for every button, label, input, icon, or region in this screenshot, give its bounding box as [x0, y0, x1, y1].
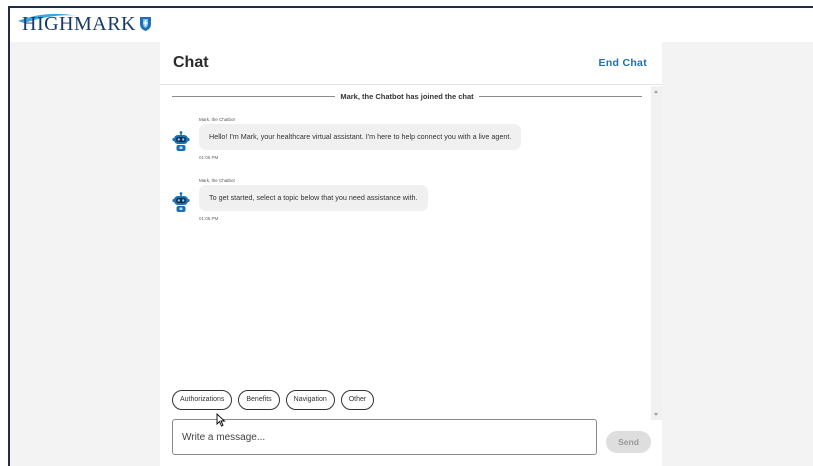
- message-sender: Mark, the Chatbot: [199, 178, 235, 183]
- joined-notice: Mark, the Chatbot has joined the chat: [172, 92, 643, 101]
- chat-title: Chat: [173, 54, 209, 71]
- message-input[interactable]: [173, 420, 596, 454]
- scroll-down-arrow-icon[interactable]: [654, 413, 658, 416]
- logo-bar: HIGHMARK: [8, 6, 813, 42]
- divider: [172, 96, 336, 97]
- send-button[interactable]: Send: [606, 431, 651, 453]
- message-bubble: Hello! I'm Mark, your healthcare virtual…: [199, 124, 522, 150]
- logo-text: HIGHMARK: [22, 12, 136, 35]
- mouse-cursor-icon: [216, 413, 226, 427]
- message-time: 01:05 PM: [199, 216, 219, 221]
- quick-replies: Authorizations Benefits Navigation Other: [172, 390, 375, 410]
- robot-icon: [172, 192, 190, 212]
- quick-reply-benefits[interactable]: Benefits: [238, 390, 280, 410]
- scroll-up-arrow-icon[interactable]: [654, 90, 658, 93]
- quick-reply-navigation[interactable]: Navigation: [285, 390, 335, 410]
- joined-notice-text: Mark, the Chatbot has joined the chat: [340, 92, 474, 101]
- quick-reply-authorizations[interactable]: Authorizations: [172, 390, 233, 410]
- scrollbar[interactable]: [651, 86, 662, 420]
- divider: [478, 96, 643, 97]
- end-chat-button[interactable]: End Chat: [599, 57, 647, 69]
- highmark-logo: HIGHMARK: [18, 12, 152, 36]
- chat-header: Chat End Chat: [160, 42, 662, 85]
- message-time: 01:05 PM: [199, 155, 219, 160]
- message-sender: Mark, the Chatbot: [199, 117, 235, 122]
- quick-reply-other[interactable]: Other: [340, 390, 375, 410]
- message-bubble: To get started, select a topic below tha…: [199, 185, 428, 211]
- message-composer: [172, 419, 597, 455]
- robot-icon: [172, 131, 190, 151]
- shield-icon: [140, 17, 151, 31]
